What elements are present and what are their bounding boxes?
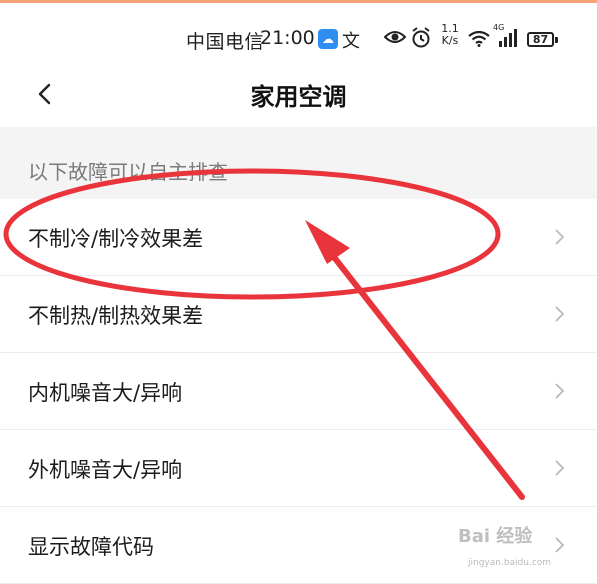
status-bar: 中国电信 21:00 ☁ 文 1.1 K/s 4G 87 <box>0 3 597 65</box>
network-speed: 1.1 K/s <box>440 23 460 47</box>
list-item-outdoor-noise[interactable]: 外机噪音大/异响 <box>0 430 597 507</box>
chevron-right-icon <box>555 306 565 322</box>
list-item-indoor-noise[interactable]: 内机噪音大/异响 <box>0 353 597 430</box>
weather-app-icon: ☁ <box>318 29 338 49</box>
eye-icon <box>383 29 407 49</box>
section-title: 以下故障可以自主排查 <box>28 160 228 184</box>
network-speed-unit: K/s <box>441 34 459 47</box>
battery-cap <box>555 37 558 43</box>
watermark-logo: Bai 经验 <box>458 526 533 547</box>
watermark-url: jingyan.baidu.com <box>468 558 552 568</box>
status-time: 21:00 <box>260 27 315 49</box>
wifi-icon <box>468 30 490 51</box>
page-title: 家用空调 <box>250 83 347 111</box>
list-item-label: 内机噪音大/异响 <box>28 381 183 405</box>
signal-strength-icon <box>493 23 521 53</box>
chevron-right-icon <box>555 460 565 476</box>
list-item-label: 不制冷/制冷效果差 <box>28 227 204 251</box>
app-header: 家用空调 <box>0 65 597 127</box>
chevron-right-icon <box>555 537 565 553</box>
list-item-label: 显示故障代码 <box>28 535 154 559</box>
list-item-label: 不制热/制热效果差 <box>28 304 204 328</box>
list-item-label: 外机噪音大/异响 <box>28 458 183 482</box>
chevron-right-icon <box>555 383 565 399</box>
alarm-clock-icon <box>411 27 431 53</box>
translate-icon: 文 <box>342 31 360 52</box>
list-item-no-cooling[interactable]: 不制冷/制冷效果差 <box>0 199 597 276</box>
chevron-right-icon <box>555 229 565 245</box>
battery-indicator: 87 <box>527 32 554 47</box>
carrier-label: 中国电信 <box>186 31 265 53</box>
list-item-no-heating[interactable]: 不制热/制热效果差 <box>0 276 597 353</box>
